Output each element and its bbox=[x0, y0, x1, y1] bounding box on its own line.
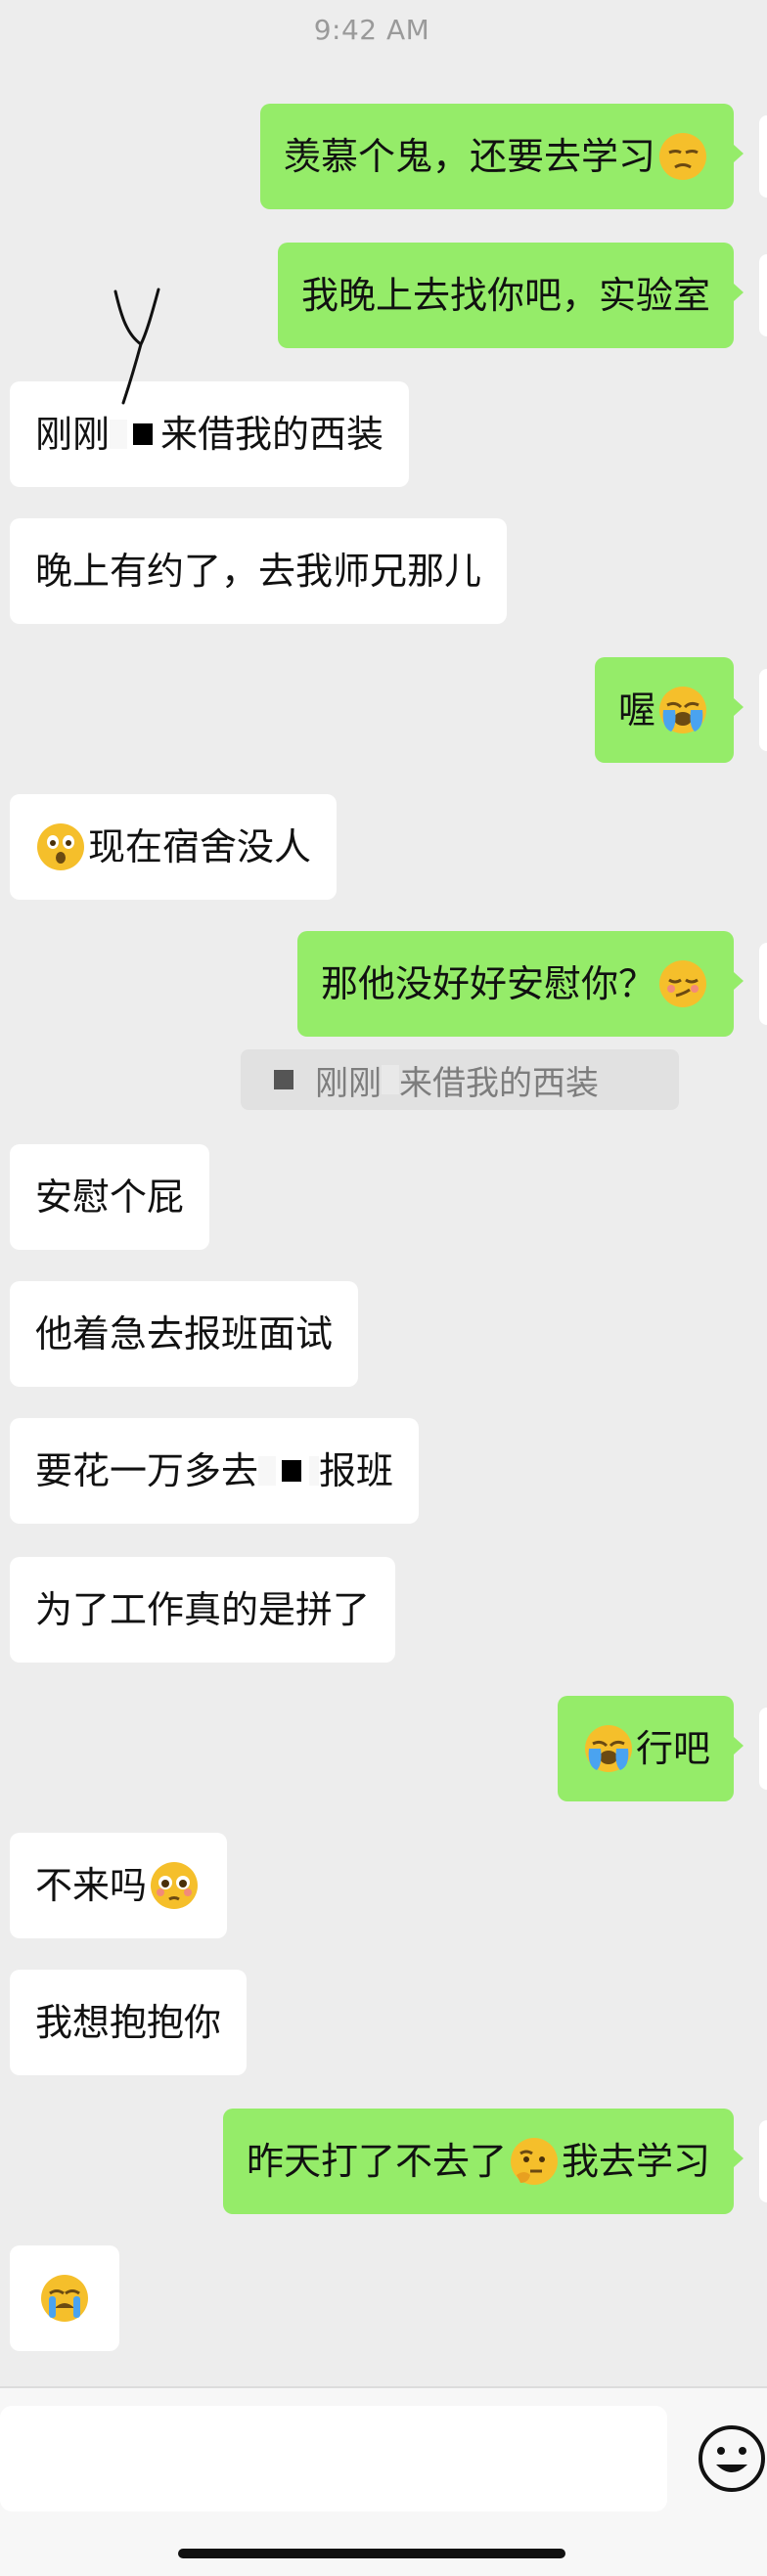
message-text: 他着急去报班面试 bbox=[35, 1312, 334, 1355]
message-text: 昨天打了不去了 bbox=[246, 2140, 507, 2183]
message-bubble-outgoing[interactable]: 昨天打了不去了 我去学习 bbox=[222, 2109, 744, 2214]
handwritten-mark bbox=[113, 288, 160, 405]
pleading-face-emoji bbox=[149, 1860, 200, 1911]
quoted-text: 刚刚 bbox=[315, 1063, 382, 1103]
loudly-crying-emoji bbox=[657, 685, 708, 735]
smile-face-icon[interactable] bbox=[697, 2423, 767, 2494]
message-text: 现在宿舍没人 bbox=[88, 825, 312, 868]
redaction-mark bbox=[309, 1456, 320, 1486]
chat-thread: 羡慕个鬼，还要去学习 我晚上去找你吧，实验室 刚刚 来借我的西装 晚上有约了，去… bbox=[0, 0, 767, 2576]
message-bubble-outgoing[interactable]: 我晚上去找你吧，实验室 bbox=[277, 243, 744, 348]
message-text: 行吧 bbox=[635, 1727, 710, 1770]
message-text: 晚上有约了，去我师兄那儿 bbox=[35, 550, 482, 593]
message-bubble-outgoing[interactable]: 行吧 bbox=[557, 1696, 744, 1801]
message-bubble-incoming[interactable]: 我想抱抱你 bbox=[10, 1970, 248, 2075]
loudly-crying-emoji bbox=[583, 1723, 634, 1774]
redaction-mark bbox=[133, 423, 154, 445]
message-bubble-outgoing[interactable]: 羡慕个鬼，还要去学习 bbox=[259, 104, 744, 209]
message-bubble-incoming[interactable]: 他着急去报班面试 bbox=[10, 1281, 359, 1387]
message-text: 喔 bbox=[617, 688, 655, 732]
message-text: 安慰个屁 bbox=[35, 1176, 185, 1219]
message-bubble-incoming[interactable]: 不来吗 bbox=[10, 1833, 228, 1938]
smirking-face-emoji bbox=[657, 958, 708, 1009]
message-text: 那他没好好安慰你？ bbox=[320, 962, 655, 1005]
message-text: 报班 bbox=[319, 1449, 394, 1492]
astonished-face-emoji bbox=[35, 822, 86, 872]
message-bubble-incoming[interactable]: 晚上有约了，去我师兄那儿 bbox=[10, 518, 508, 624]
message-text: 刚刚 bbox=[35, 413, 111, 456]
message-bubble-incoming[interactable]: 要花一万多去 报班 bbox=[10, 1418, 420, 1524]
thinking-face-emoji bbox=[509, 2136, 560, 2187]
avatar-edge[interactable] bbox=[759, 669, 767, 751]
quoted-reply[interactable]: 刚刚 来借我的西装 bbox=[241, 1049, 679, 1110]
redaction-mark bbox=[258, 1456, 277, 1486]
message-text: 要花一万多去 bbox=[35, 1449, 259, 1492]
message-bubble-incoming[interactable] bbox=[10, 2245, 119, 2351]
message-bubble-incoming[interactable]: 安慰个屁 bbox=[10, 1144, 210, 1250]
message-text: 我去学习 bbox=[561, 2140, 710, 2183]
message-bubble-incoming[interactable]: 刚刚 来借我的西装 bbox=[10, 381, 410, 487]
message-text: 我想抱抱你 bbox=[35, 2001, 222, 2044]
message-bubble-outgoing[interactable]: 那他没好好安慰你？ bbox=[296, 931, 744, 1037]
redaction-mark bbox=[110, 420, 128, 449]
message-text: 来借我的西装 bbox=[160, 413, 384, 456]
avatar-edge[interactable] bbox=[759, 254, 767, 336]
message-text: 我晚上去找你吧，实验室 bbox=[300, 274, 710, 317]
message-bubble-incoming[interactable]: 为了工作真的是拼了 bbox=[10, 1557, 396, 1663]
message-bubble-outgoing[interactable]: 喔 bbox=[594, 657, 744, 763]
avatar-edge[interactable] bbox=[759, 1708, 767, 1790]
home-indicator[interactable] bbox=[178, 2549, 565, 2558]
message-input[interactable] bbox=[0, 2406, 667, 2511]
message-text: 不来吗 bbox=[35, 1864, 148, 1907]
message-text: 为了工作真的是拼了 bbox=[35, 1588, 371, 1631]
avatar-edge[interactable] bbox=[759, 943, 767, 1025]
avatar-edge[interactable] bbox=[759, 2120, 767, 2202]
loudly-crying-emoji bbox=[39, 2273, 90, 2324]
message-text: 羡慕个鬼，还要去学习 bbox=[283, 135, 655, 178]
message-bubble-incoming[interactable]: 现在宿舍没人 bbox=[10, 794, 338, 900]
redaction-mark bbox=[282, 1460, 302, 1482]
quoted-text: 来借我的西装 bbox=[399, 1063, 599, 1103]
avatar-edge[interactable] bbox=[759, 115, 767, 198]
redaction-mark bbox=[382, 1065, 399, 1094]
unamused-face-emoji bbox=[657, 131, 708, 182]
redaction-mark bbox=[274, 1070, 293, 1089]
